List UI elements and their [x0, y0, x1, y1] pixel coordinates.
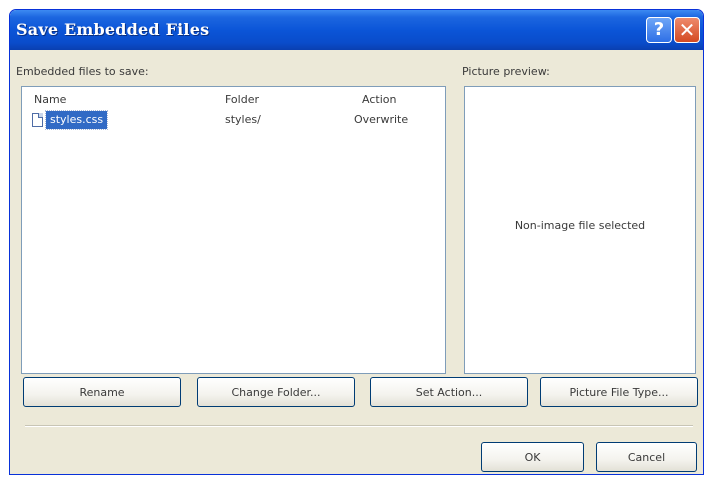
picture-file-type-button[interactable]: Picture File Type... — [540, 377, 698, 407]
picture-preview-pane: Non-image file selected — [464, 86, 696, 374]
save-embedded-files-dialog: Save Embedded Files ? ✕ Embedded files t… — [9, 9, 704, 475]
column-header-folder[interactable]: Folder — [225, 93, 259, 106]
set-action-button[interactable]: Set Action... — [370, 377, 528, 407]
column-header-name[interactable]: Name — [34, 93, 66, 106]
file-action: Overwrite — [354, 113, 409, 126]
preview-message: Non-image file selected — [514, 219, 646, 232]
list-item[interactable]: styles.css styles/ Overwrite — [22, 110, 445, 131]
embedded-files-list[interactable]: Name Folder Action styles.css styles/ Ov… — [21, 86, 446, 374]
help-icon[interactable]: ? — [646, 17, 672, 43]
file-folder: styles/ — [225, 113, 261, 126]
close-icon[interactable]: ✕ — [674, 17, 700, 43]
divider — [25, 425, 693, 427]
cancel-button[interactable]: Cancel — [596, 442, 697, 472]
picture-preview-label: Picture preview: — [462, 65, 550, 78]
dialog-title: Save Embedded Files — [16, 20, 210, 39]
title-bar[interactable]: Save Embedded Files ? ✕ — [10, 10, 703, 50]
rename-button[interactable]: Rename — [23, 377, 181, 407]
change-folder-button[interactable]: Change Folder... — [197, 377, 355, 407]
document-icon — [32, 113, 43, 127]
ok-button[interactable]: OK — [481, 442, 584, 472]
column-header-action[interactable]: Action — [362, 93, 396, 106]
embedded-files-label: Embedded files to save: — [16, 65, 149, 78]
file-name[interactable]: styles.css — [44, 110, 109, 130]
